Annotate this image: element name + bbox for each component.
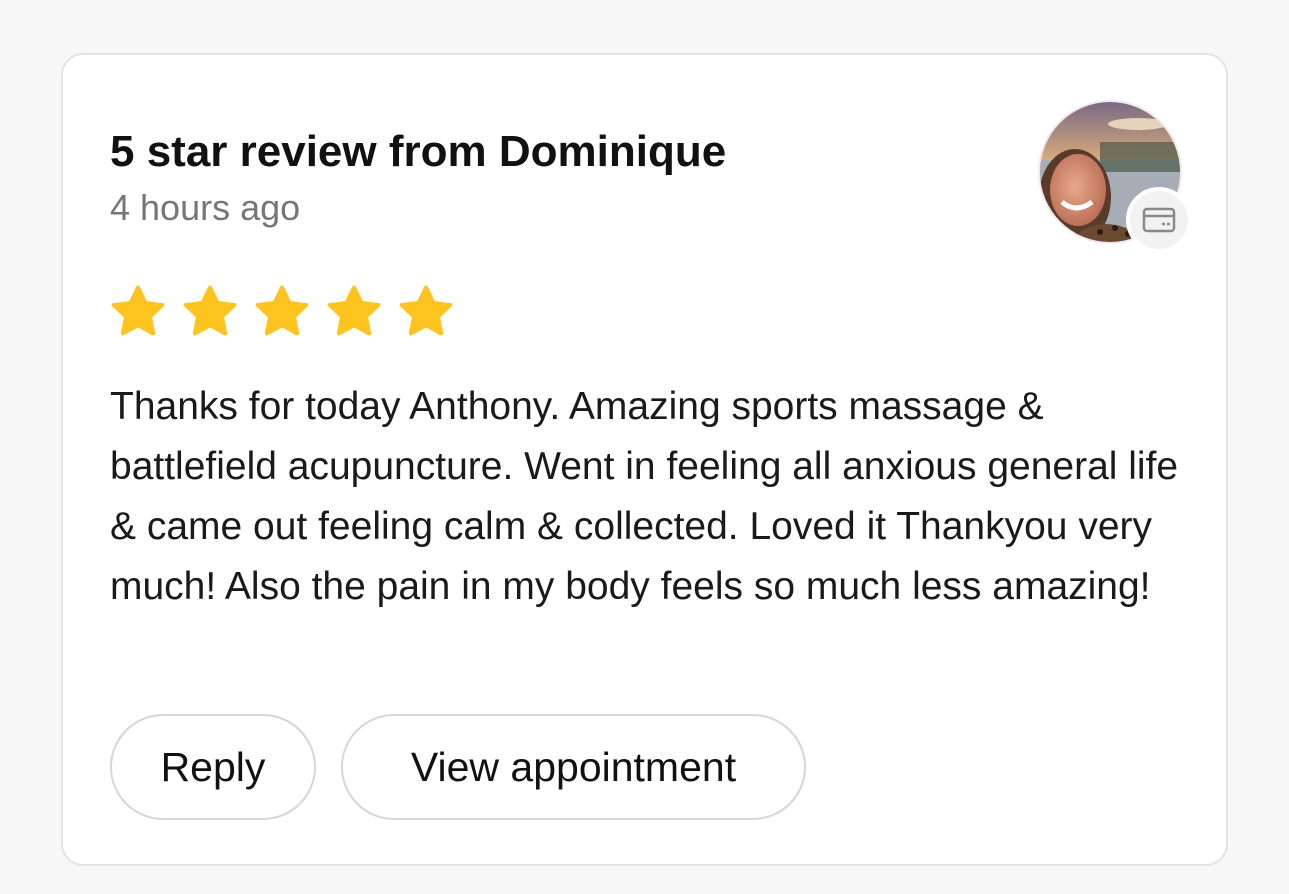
card-icon (1142, 207, 1176, 233)
star-rating (109, 283, 455, 341)
appointment-badge (1126, 187, 1192, 253)
review-card: 5 star review from Dominique 4 hours ago (61, 53, 1228, 866)
star-icon (327, 285, 381, 336)
review-timestamp: 4 hours ago (110, 187, 301, 228)
star-icon (183, 285, 237, 336)
reply-button[interactable]: Reply (110, 714, 316, 820)
review-title: 5 star review from Dominique (110, 127, 727, 176)
view-appointment-button[interactable]: View appointment (341, 714, 806, 820)
star-icon (399, 285, 453, 336)
star-icon (255, 285, 309, 336)
review-text: Thanks for today Anthony. Amazing sports… (110, 385, 1179, 608)
star-icon (111, 285, 165, 336)
